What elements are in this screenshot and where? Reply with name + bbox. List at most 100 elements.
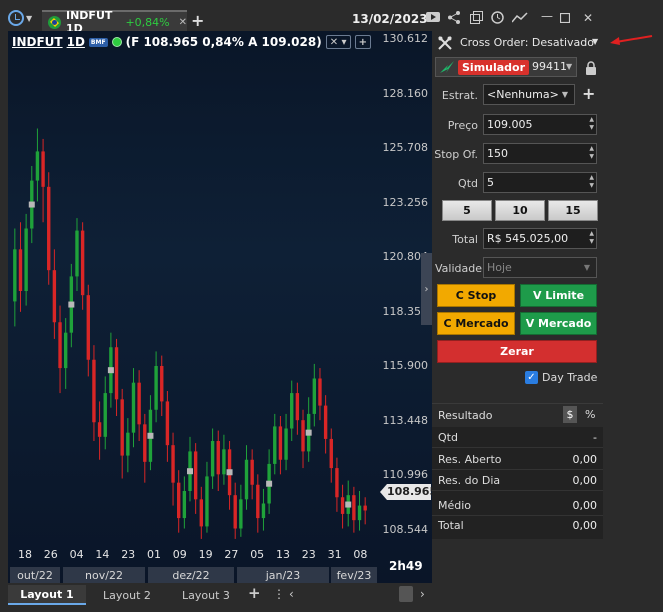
candle[interactable]: [295, 382, 300, 435]
candle[interactable]: [13, 228, 17, 327]
maximize-button[interactable]: [560, 13, 570, 23]
candle[interactable]: [193, 443, 198, 514]
add-tab-button[interactable]: +: [191, 11, 204, 30]
validity-select[interactable]: Hoje ▼: [483, 257, 597, 278]
c-stop-button[interactable]: C Stop: [437, 284, 515, 307]
candle[interactable]: [165, 391, 170, 462]
spinner-icon[interactable]: ▲ ▼: [589, 145, 594, 161]
chart-period[interactable]: 1D: [67, 35, 85, 49]
candle[interactable]: [227, 441, 232, 510]
add-strategy-button[interactable]: +: [582, 84, 595, 103]
candle[interactable]: [239, 484, 243, 537]
candle[interactable]: [148, 395, 153, 471]
tab-layout-1[interactable]: Layout 1: [8, 585, 86, 605]
close-icon[interactable]: ✕: [179, 17, 187, 28]
quantity-input[interactable]: 5 ▲ ▼: [483, 172, 597, 193]
candle[interactable]: [177, 470, 181, 533]
scroll-right-button[interactable]: ›: [420, 587, 425, 601]
candle[interactable]: [306, 397, 311, 462]
candle[interactable]: [278, 416, 283, 475]
video-icon[interactable]: [426, 11, 440, 23]
add-indicator-button[interactable]: +: [354, 35, 371, 49]
candle[interactable]: [114, 338, 119, 416]
candle[interactable]: [256, 474, 260, 533]
scrollbar-thumb[interactable]: [399, 586, 413, 602]
candle[interactable]: [131, 368, 136, 448]
history-icon[interactable]: [491, 11, 504, 24]
candle[interactable]: [216, 430, 220, 491]
candle[interactable]: [18, 222, 23, 312]
candle[interactable]: [335, 457, 339, 512]
candle[interactable]: [182, 476, 187, 529]
candle[interactable]: [290, 380, 294, 441]
lock-icon[interactable]: [585, 61, 597, 75]
add-layout-button[interactable]: +: [248, 584, 261, 602]
qty-5-button[interactable]: 5: [442, 200, 492, 221]
currency-toggle-button[interactable]: $: [563, 406, 577, 423]
v-mercado-button[interactable]: V Mercado: [520, 312, 597, 335]
candle[interactable]: [363, 497, 367, 525]
candle[interactable]: [75, 218, 79, 291]
day-trade-checkbox[interactable]: ✓ Day Trade: [525, 371, 597, 384]
total-input[interactable]: R$ 545.025,00 ▲ ▼: [483, 228, 597, 249]
candle[interactable]: [222, 434, 226, 485]
collapse-panel-handle[interactable]: ›: [421, 253, 432, 325]
candle[interactable]: [143, 413, 147, 483]
qty-15-button[interactable]: 15: [548, 200, 598, 221]
candle[interactable]: [47, 172, 51, 285]
spinner-icon[interactable]: ▲ ▼: [589, 230, 594, 246]
candle[interactable]: [63, 318, 68, 389]
candle[interactable]: [312, 363, 317, 427]
detach-window-icon[interactable]: [470, 11, 483, 24]
candle[interactable]: [210, 428, 215, 489]
price-input[interactable]: 109.005 ▲ ▼: [483, 114, 597, 135]
chart-panel[interactable]: INDFUT 1D BMF (F 108.965 0,84% A 109.028…: [8, 31, 432, 583]
candle[interactable]: [58, 305, 62, 394]
close-window-button[interactable]: ✕: [583, 11, 593, 25]
candle[interactable]: [154, 351, 158, 423]
candle[interactable]: [24, 213, 28, 306]
candle[interactable]: [86, 284, 90, 377]
minimize-button[interactable]: —: [541, 9, 553, 23]
candle[interactable]: [126, 418, 130, 473]
tab-layout-3[interactable]: Layout 3: [172, 585, 240, 605]
candle[interactable]: [80, 222, 85, 310]
chart-symbol[interactable]: INDFUT: [12, 35, 63, 49]
tab-indfut[interactable]: INDFUT 1D +0,84% ✕: [42, 9, 187, 35]
history-clock-button[interactable]: ▼: [8, 9, 38, 27]
tab-layout-2[interactable]: Layout 2: [92, 585, 162, 605]
c-mercado-button[interactable]: C Mercado: [437, 312, 515, 335]
candle[interactable]: [340, 484, 345, 529]
candle[interactable]: [329, 428, 333, 483]
candle[interactable]: [137, 370, 141, 441]
candle[interactable]: [52, 249, 57, 339]
candle[interactable]: [244, 445, 249, 510]
cross-order-select[interactable]: Cross Order: Desativado ▼: [432, 31, 603, 55]
candle[interactable]: [199, 486, 203, 539]
candle[interactable]: [323, 395, 328, 454]
qty-10-button[interactable]: 10: [495, 200, 545, 221]
candle[interactable]: [120, 388, 124, 479]
account-select[interactable]: Simulador 99411 ▼: [435, 57, 577, 77]
candle[interactable]: [41, 138, 45, 223]
more-options-icon[interactable]: ⋮: [273, 587, 285, 601]
stop-offset-input[interactable]: 150 ▲ ▼: [483, 143, 597, 164]
tools-icon[interactable]: ✕ ▾: [325, 35, 351, 49]
candle[interactable]: [160, 355, 164, 416]
spinner-icon[interactable]: ▲ ▼: [589, 116, 594, 132]
candle[interactable]: [357, 491, 362, 531]
candle[interactable]: [273, 413, 277, 475]
candle[interactable]: [35, 128, 40, 202]
v-limite-button[interactable]: V Limite: [520, 284, 597, 307]
zerar-button[interactable]: Zerar: [437, 340, 597, 363]
candle[interactable]: [301, 409, 305, 469]
percent-toggle-button[interactable]: %: [585, 408, 595, 421]
candlestick-chart[interactable]: [8, 31, 432, 583]
candle[interactable]: [92, 345, 96, 441]
share-icon[interactable]: [448, 11, 460, 24]
candle[interactable]: [284, 413, 288, 471]
candle[interactable]: [233, 482, 237, 539]
candle[interactable]: [250, 449, 254, 500]
strategy-select[interactable]: <Nenhuma> ▼: [483, 84, 575, 105]
spinner-icon[interactable]: ▲ ▼: [589, 174, 594, 190]
